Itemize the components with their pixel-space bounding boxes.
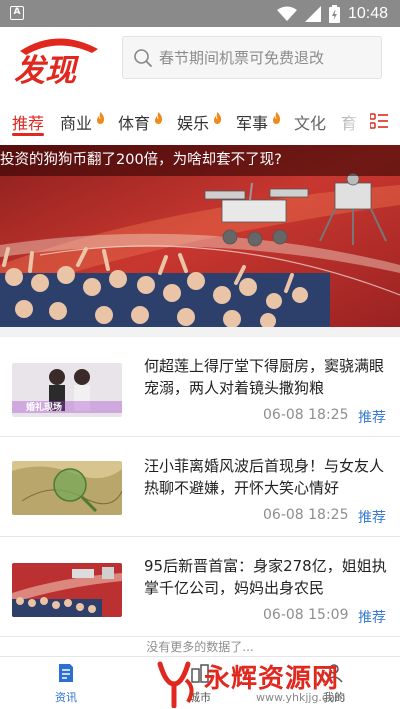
watermark-url: www.yhkjjg.com xyxy=(256,691,346,704)
news-time: 06-08 18:25 xyxy=(263,507,349,523)
search-bar[interactable]: 春节期间机票可免费退改 xyxy=(122,36,382,79)
search-icon xyxy=(134,48,152,67)
hot-flame-icon xyxy=(155,112,163,124)
hot-flame-icon xyxy=(214,112,222,124)
tab-fade xyxy=(340,93,370,145)
news-tag[interactable]: 推荐 xyxy=(358,507,386,527)
battery-icon xyxy=(328,4,340,23)
site-watermark: 永辉资源网 www.yhkjjg.com xyxy=(150,656,400,709)
thumbnail-caption: 婚礼现场 xyxy=(26,401,62,413)
nav-news-label: 资讯 xyxy=(55,691,77,704)
status-bar: A 10:48 xyxy=(0,0,400,27)
signal-icon xyxy=(304,5,321,22)
news-time: 06-08 15:09 xyxy=(263,607,349,623)
clock: 10:48 xyxy=(347,4,388,22)
wifi-icon xyxy=(276,6,297,21)
tab-military[interactable]: 军事 xyxy=(236,110,268,134)
news-time: 06-08 18:25 xyxy=(263,407,349,423)
news-thumbnail: 婚礼现场 xyxy=(12,363,122,417)
news-title[interactable]: 95后新晋首富：身家278亿，姐姐执掌千亿公司，妈妈出身农民 xyxy=(144,555,390,599)
news-tag[interactable]: 推荐 xyxy=(358,607,386,627)
nav-news[interactable]: 资讯 xyxy=(36,657,96,709)
news-tag[interactable]: 推荐 xyxy=(358,407,386,427)
hot-flame-icon xyxy=(273,112,281,124)
news-title[interactable]: 何超莲上得厅堂下得厨房，窦骁满眼宠溺，两人对着镜头撒狗粮 xyxy=(144,355,390,399)
news-list-item[interactable]: 95后新晋首富：身家278亿，姐姐执掌千亿公司，妈妈出身农民 06-08 15:… xyxy=(0,537,400,637)
tab-entertainment[interactable]: 娱乐 xyxy=(177,110,209,134)
section-divider xyxy=(0,327,400,337)
app-header: 发现 春节期间机票可免费退改 xyxy=(0,27,400,93)
hot-flame-icon xyxy=(97,112,105,124)
tab-business[interactable]: 商业 xyxy=(60,110,92,134)
category-tabs: 推荐 商业 体育 娱乐 军事 文化 育 xyxy=(0,93,400,145)
headline-banner[interactable]: 投资的狗狗币翻了200倍，为啥却套不了现? xyxy=(0,145,400,327)
list-end-message: 没有更多的数据了... xyxy=(146,640,254,654)
tab-recommend[interactable]: 推荐 xyxy=(12,110,44,134)
watermark-text: 永辉资源网 xyxy=(204,664,340,694)
news-thumbnail xyxy=(12,563,122,617)
tab-sports[interactable]: 体育 xyxy=(118,110,150,134)
news-title[interactable]: 汪小菲离婚风波后首现身！与女友人热聊不避嫌，开怀大笑心情好 xyxy=(144,455,390,499)
banner-title[interactable]: 投资的狗狗币翻了200倍，为啥却套不了现? xyxy=(0,145,400,176)
search-input[interactable]: 春节期间机票可免费退改 xyxy=(159,47,324,68)
logo-text: 发现 xyxy=(14,53,80,87)
news-thumbnail xyxy=(12,461,122,515)
app-logo[interactable]: 发现 xyxy=(12,33,102,87)
tab-menu-icon[interactable] xyxy=(370,113,388,129)
news-list-item[interactable]: 婚礼现场 何超莲上得厅堂下得厨房，窦骁满眼宠溺，两人对着镜头撒狗粮 06-08 … xyxy=(0,337,400,437)
status-icons: 10:48 xyxy=(276,3,388,24)
notification-icon: A xyxy=(10,6,24,20)
tab-culture[interactable]: 文化 xyxy=(294,110,326,134)
watermark-logo xyxy=(157,661,194,708)
active-tab-indicator xyxy=(12,133,44,136)
news-icon xyxy=(59,664,73,682)
news-list-item[interactable]: 汪小菲离婚风波后首现身！与女友人热聊不避嫌，开怀大笑心情好 06-08 18:2… xyxy=(0,437,400,537)
